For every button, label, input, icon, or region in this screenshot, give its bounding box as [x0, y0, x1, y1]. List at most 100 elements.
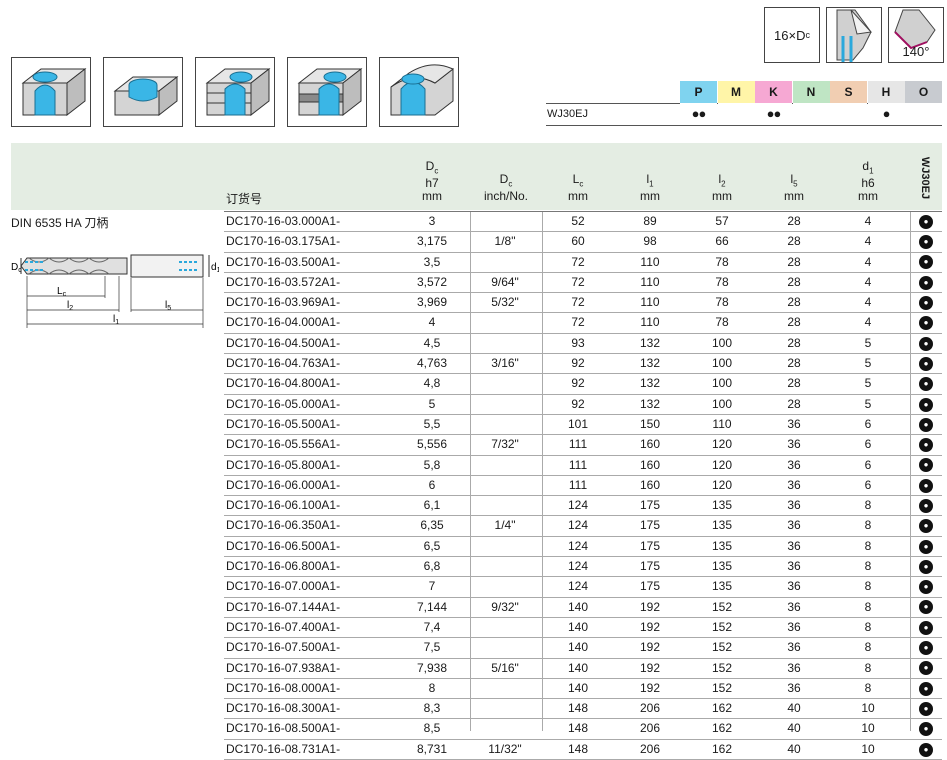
cell-inch	[470, 253, 540, 272]
cell-lc: 140	[567, 640, 589, 655]
cell-dc: 3,969	[416, 295, 448, 310]
shank-title: DIN 6535 HA 刀柄	[11, 216, 109, 230]
table-row: DC170-16-05.800A1- 5,8 111 160 120 36 6 ●	[224, 456, 942, 476]
stock-availability-icon: ●	[919, 458, 933, 473]
cell-d1: 8	[864, 538, 872, 553]
dim-d1-label: d1	[211, 262, 219, 274]
cell-l1: 206	[639, 741, 661, 756]
cell-l2: 100	[711, 335, 733, 350]
cell-l5: 36	[787, 599, 801, 614]
cell-d1: 8	[864, 518, 872, 533]
cell-l1: 160	[639, 477, 661, 492]
cell-inch	[470, 618, 540, 637]
material-suitability: ●●	[680, 103, 717, 125]
cell-l1: 175	[639, 559, 661, 574]
internal-coolant-icon	[826, 7, 882, 63]
header-l1-sub: 1	[649, 179, 654, 189]
cell-l5: 36	[787, 538, 801, 553]
cell-inch	[470, 313, 540, 332]
cell-l1: 89	[643, 214, 657, 228]
header-l2-unit: mm	[712, 189, 732, 204]
cell-l5: 28	[787, 335, 801, 350]
material-suitability	[717, 103, 755, 125]
cell-l1: 110	[640, 254, 660, 269]
convex-surface-icon	[379, 57, 459, 127]
cell-l2: 100	[711, 356, 733, 371]
header-l5-unit: mm	[784, 189, 804, 204]
cell-lc: 148	[567, 701, 589, 716]
cell-l2: 78	[715, 274, 729, 289]
point-angle-symbol: 140°	[888, 7, 944, 63]
through-hole-icon	[11, 57, 91, 127]
header-lc: Lc mm	[542, 160, 614, 208]
cell-l1: 160	[639, 457, 661, 472]
cell-d1: 6	[864, 477, 872, 492]
cell-dc: 4,5	[423, 335, 441, 350]
cell-l1: 110	[640, 274, 660, 289]
table-row: DC170-16-06.500A1- 6,5 124 175 135 36 8 ●	[224, 537, 942, 558]
cell-l1: 175	[639, 498, 661, 513]
cell-lc: 92	[571, 396, 585, 411]
cell-dc: 5,556	[416, 437, 448, 452]
header-lc-sub: c	[579, 179, 584, 189]
point-angle-label: 140°	[902, 44, 930, 59]
cell-inch: 9/32"	[491, 599, 519, 614]
cell-d1: 5	[864, 335, 872, 350]
cell-availability: ●	[910, 699, 942, 718]
stock-availability-icon: ●	[919, 478, 933, 493]
cell-l1: 192	[639, 599, 661, 614]
cell-inch	[470, 415, 540, 434]
length-ratio-label: 16×D	[774, 27, 806, 43]
cell-l2: 57	[715, 214, 729, 228]
cell-l5: 28	[787, 376, 801, 391]
cell-code: DC170-16-07.000A1-	[226, 579, 341, 594]
cell-l1: 150	[639, 416, 661, 431]
material-col-m: M	[717, 81, 755, 125]
cell-code: DC170-16-08.000A1-	[226, 680, 341, 695]
material-letter: K	[769, 85, 778, 99]
cell-d1: 8	[864, 579, 872, 594]
header-l2: l2 mm	[686, 160, 758, 208]
cell-l2: 135	[711, 538, 733, 553]
table-row: DC170-16-07.144A1- 7,144 9/32" 140 192 152 36 8…	[224, 598, 942, 618]
stock-availability-icon: ●	[919, 681, 933, 696]
cell-code: DC170-16-04.763A1-	[226, 356, 341, 371]
cell-inch	[470, 374, 540, 393]
cell-code: DC170-16-07.144A1-	[226, 599, 341, 614]
table-row: DC170-16-07.400A1- 7,4 140 192 152 36 8 ●	[224, 618, 942, 639]
cell-code: DC170-16-08.300A1-	[226, 701, 341, 716]
cell-dc: 8,5	[423, 721, 441, 736]
cell-l1: 132	[639, 356, 661, 371]
cell-lc: 140	[567, 599, 589, 614]
cell-availability: ●	[910, 334, 942, 353]
cell-availability: ●	[910, 374, 942, 393]
cell-code: DC170-16-06.500A1-	[226, 538, 341, 553]
cell-code: DC170-16-04.800A1-	[226, 376, 341, 391]
table-row: DC170-16-06.000A1- 6 111 160 120 36 6 ●	[224, 476, 942, 497]
cell-availability: ●	[910, 354, 942, 373]
table-row: DC170-16-04.800A1- 4,8 92 132 100 28 5 ●	[224, 374, 942, 395]
cell-code: DC170-16-03.175A1-	[226, 234, 341, 249]
stock-availability-icon: ●	[919, 580, 933, 595]
cell-l1: 192	[639, 619, 661, 634]
material-letter: N	[806, 85, 816, 99]
stock-availability-icon: ●	[919, 620, 933, 635]
cell-d1: 4	[864, 234, 872, 249]
material-letter: M	[731, 85, 741, 99]
cell-l5: 28	[787, 315, 801, 330]
cell-l2: 120	[711, 437, 733, 452]
cell-lc: 140	[567, 619, 589, 634]
cell-l5: 28	[787, 295, 801, 310]
cell-inch: 11/32"	[488, 741, 522, 756]
material-bottom-rule	[546, 125, 942, 126]
header-inch-unit: inch/No.	[483, 189, 529, 204]
cell-lc: 124	[567, 559, 589, 574]
material-suitability: ●	[867, 103, 905, 125]
header-l2-sub: 2	[721, 179, 726, 189]
cell-l5: 36	[787, 518, 801, 533]
drill-dimension-drawing: Dc d1 Lc l2 l5 l1	[11, 254, 219, 328]
cell-dc: 7,144	[416, 599, 448, 614]
header-d1: d1 h6 mm	[830, 160, 906, 208]
cell-dc: 4	[428, 315, 436, 330]
cell-l2: 78	[715, 315, 729, 330]
